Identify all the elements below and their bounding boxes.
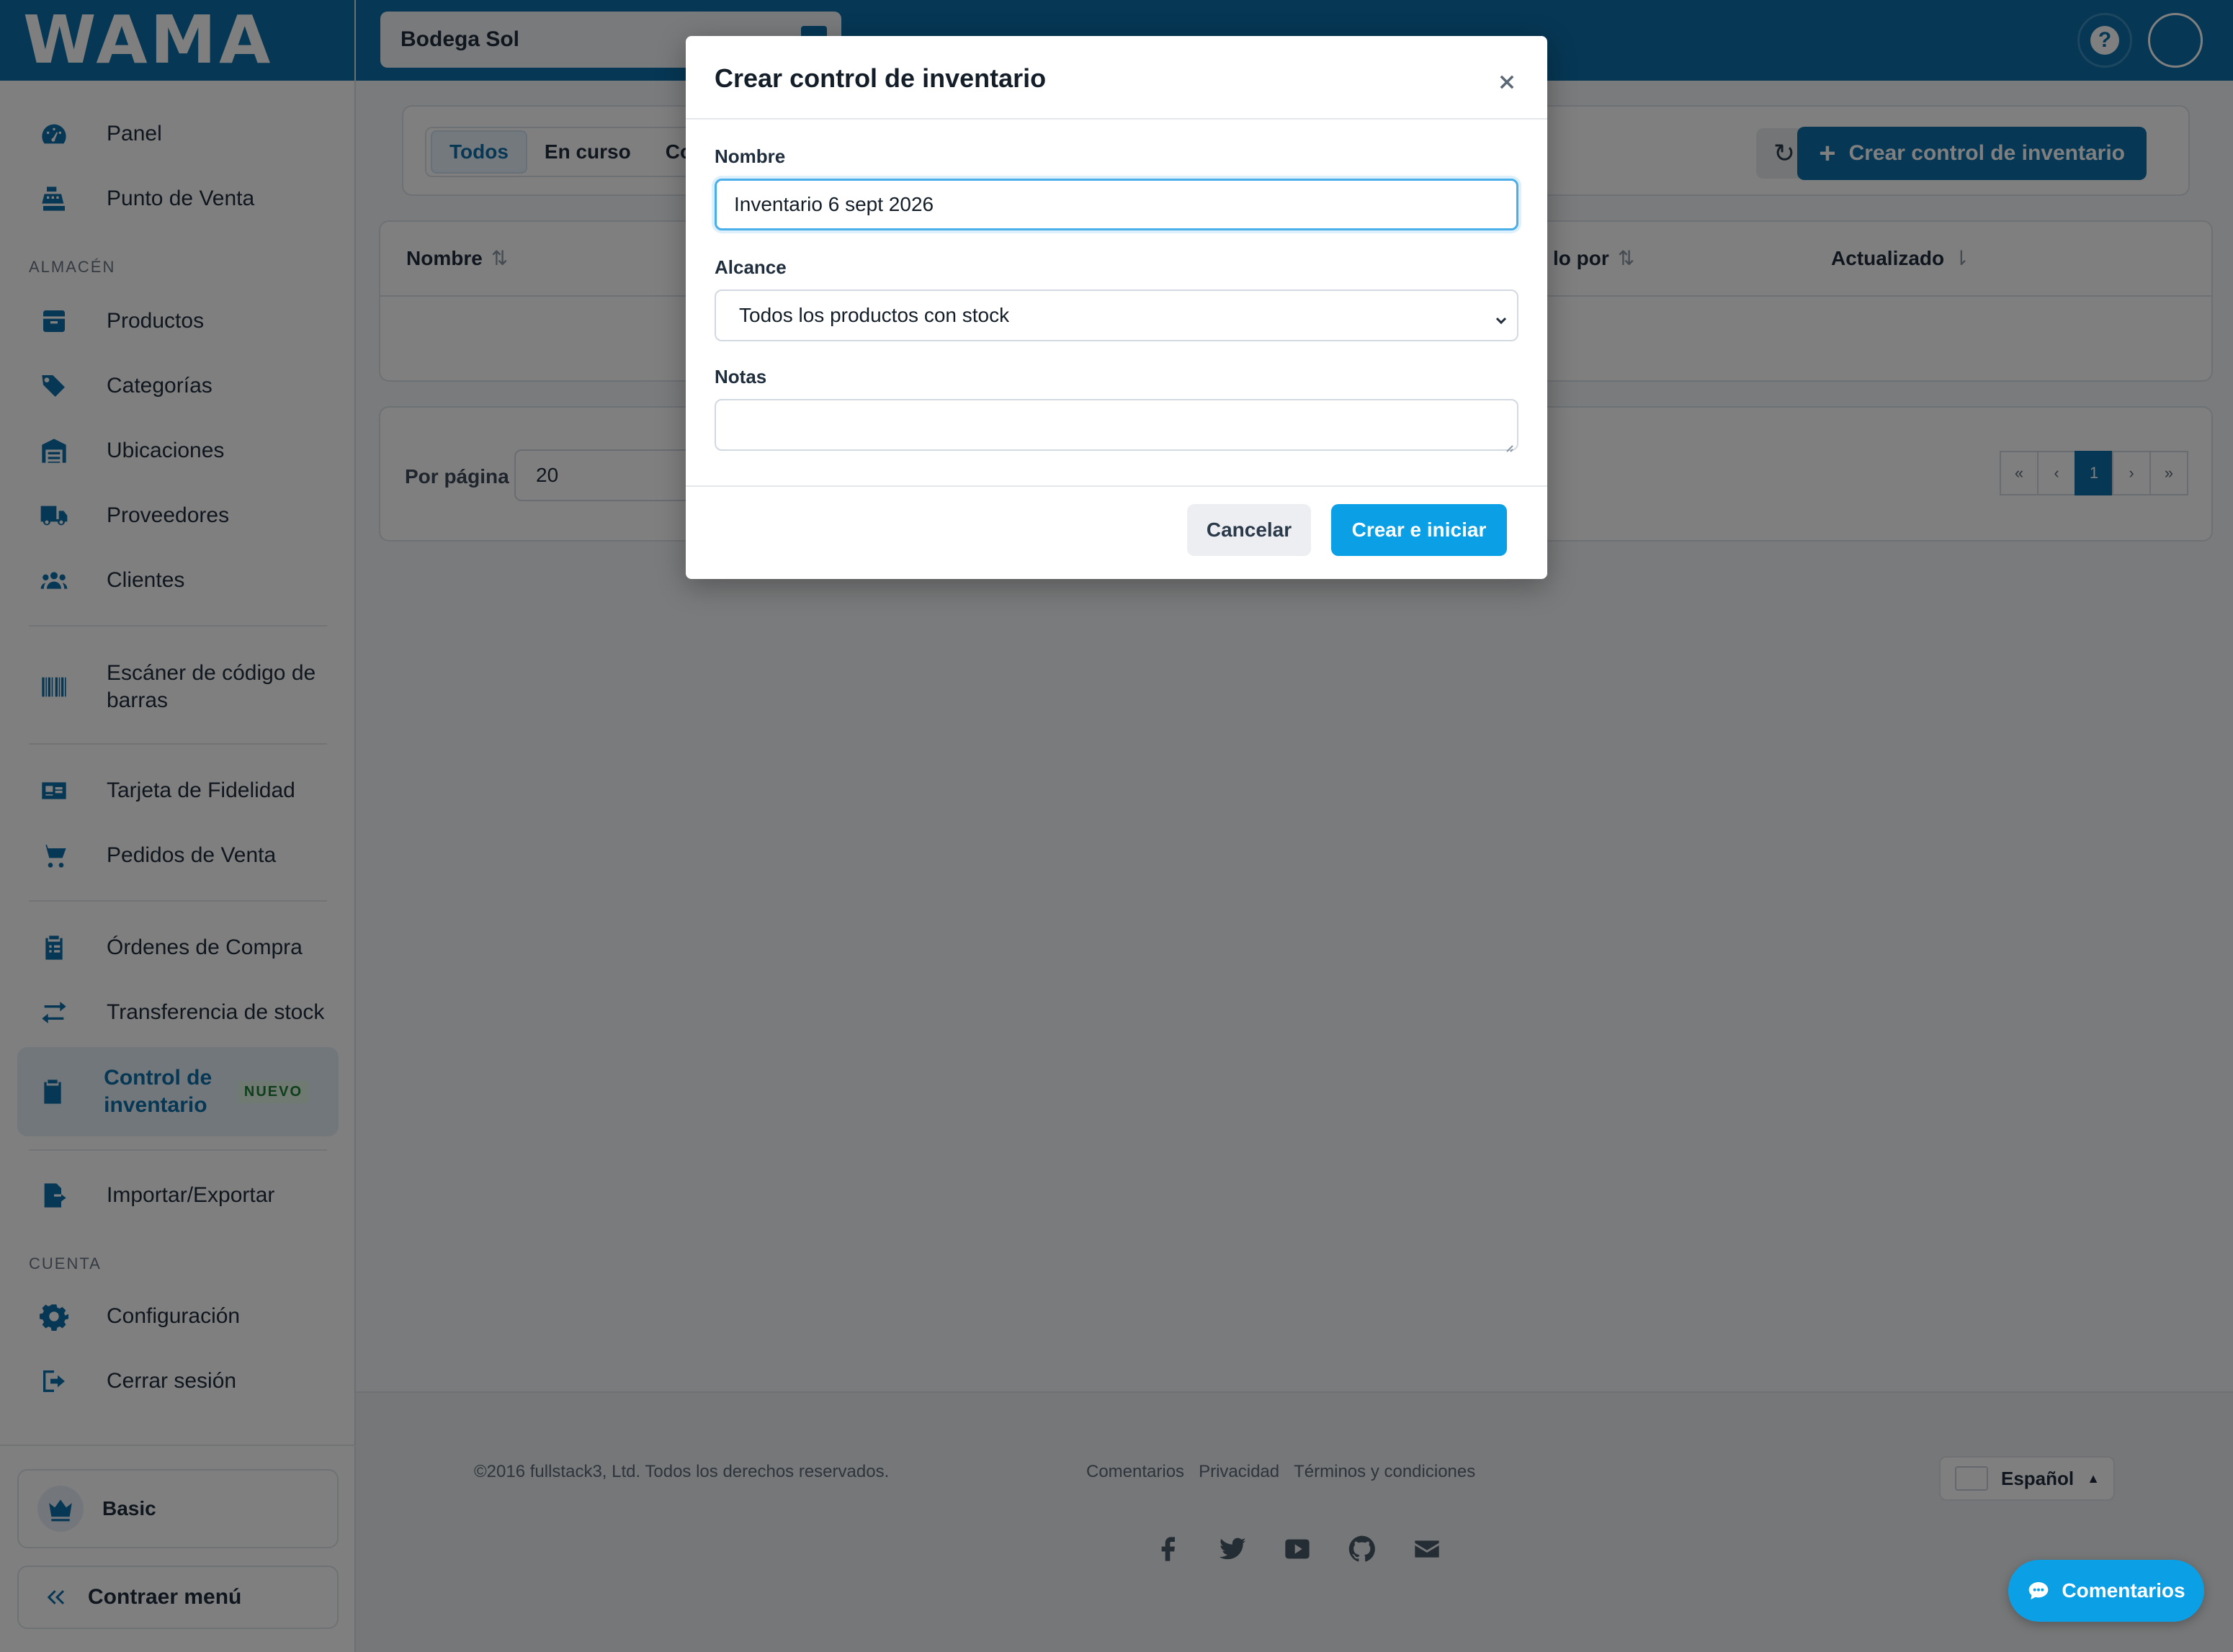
feedback-label: Comentarios — [2062, 1579, 2185, 1602]
dialog-header: Crear control de inventario — [686, 36, 1547, 120]
create-and-start-button[interactable]: Crear e iniciar — [1331, 504, 1507, 556]
notes-textarea[interactable] — [715, 399, 1518, 452]
name-field[interactable]: Inventario 6 sept 2026 — [715, 179, 1518, 230]
resize-grip-icon[interactable] — [1503, 435, 1514, 452]
scope-label: Alcance — [715, 256, 787, 278]
cancel-button[interactable]: Cancelar — [1187, 504, 1311, 556]
dialog-footer: Cancelar Crear e iniciar — [686, 485, 1547, 579]
scope-select[interactable]: Todos los productos con stock — [715, 289, 1518, 341]
name-value: Inventario 6 sept 2026 — [734, 193, 934, 215]
scope-value: Todos los productos con stock — [739, 304, 1010, 326]
create-inventory-control-dialog: Crear control de inventario Nombre Inven… — [686, 36, 1547, 579]
feedback-button[interactable]: Comentarios — [2008, 1560, 2204, 1622]
name-label: Nombre — [715, 145, 786, 167]
dialog-title: Crear control de inventario — [715, 63, 1047, 93]
chat-icon — [2029, 1582, 2049, 1599]
close-icon[interactable] — [1497, 72, 1520, 95]
notes-label: Notas — [715, 366, 767, 387]
chevron-down-icon — [1494, 310, 1508, 325]
